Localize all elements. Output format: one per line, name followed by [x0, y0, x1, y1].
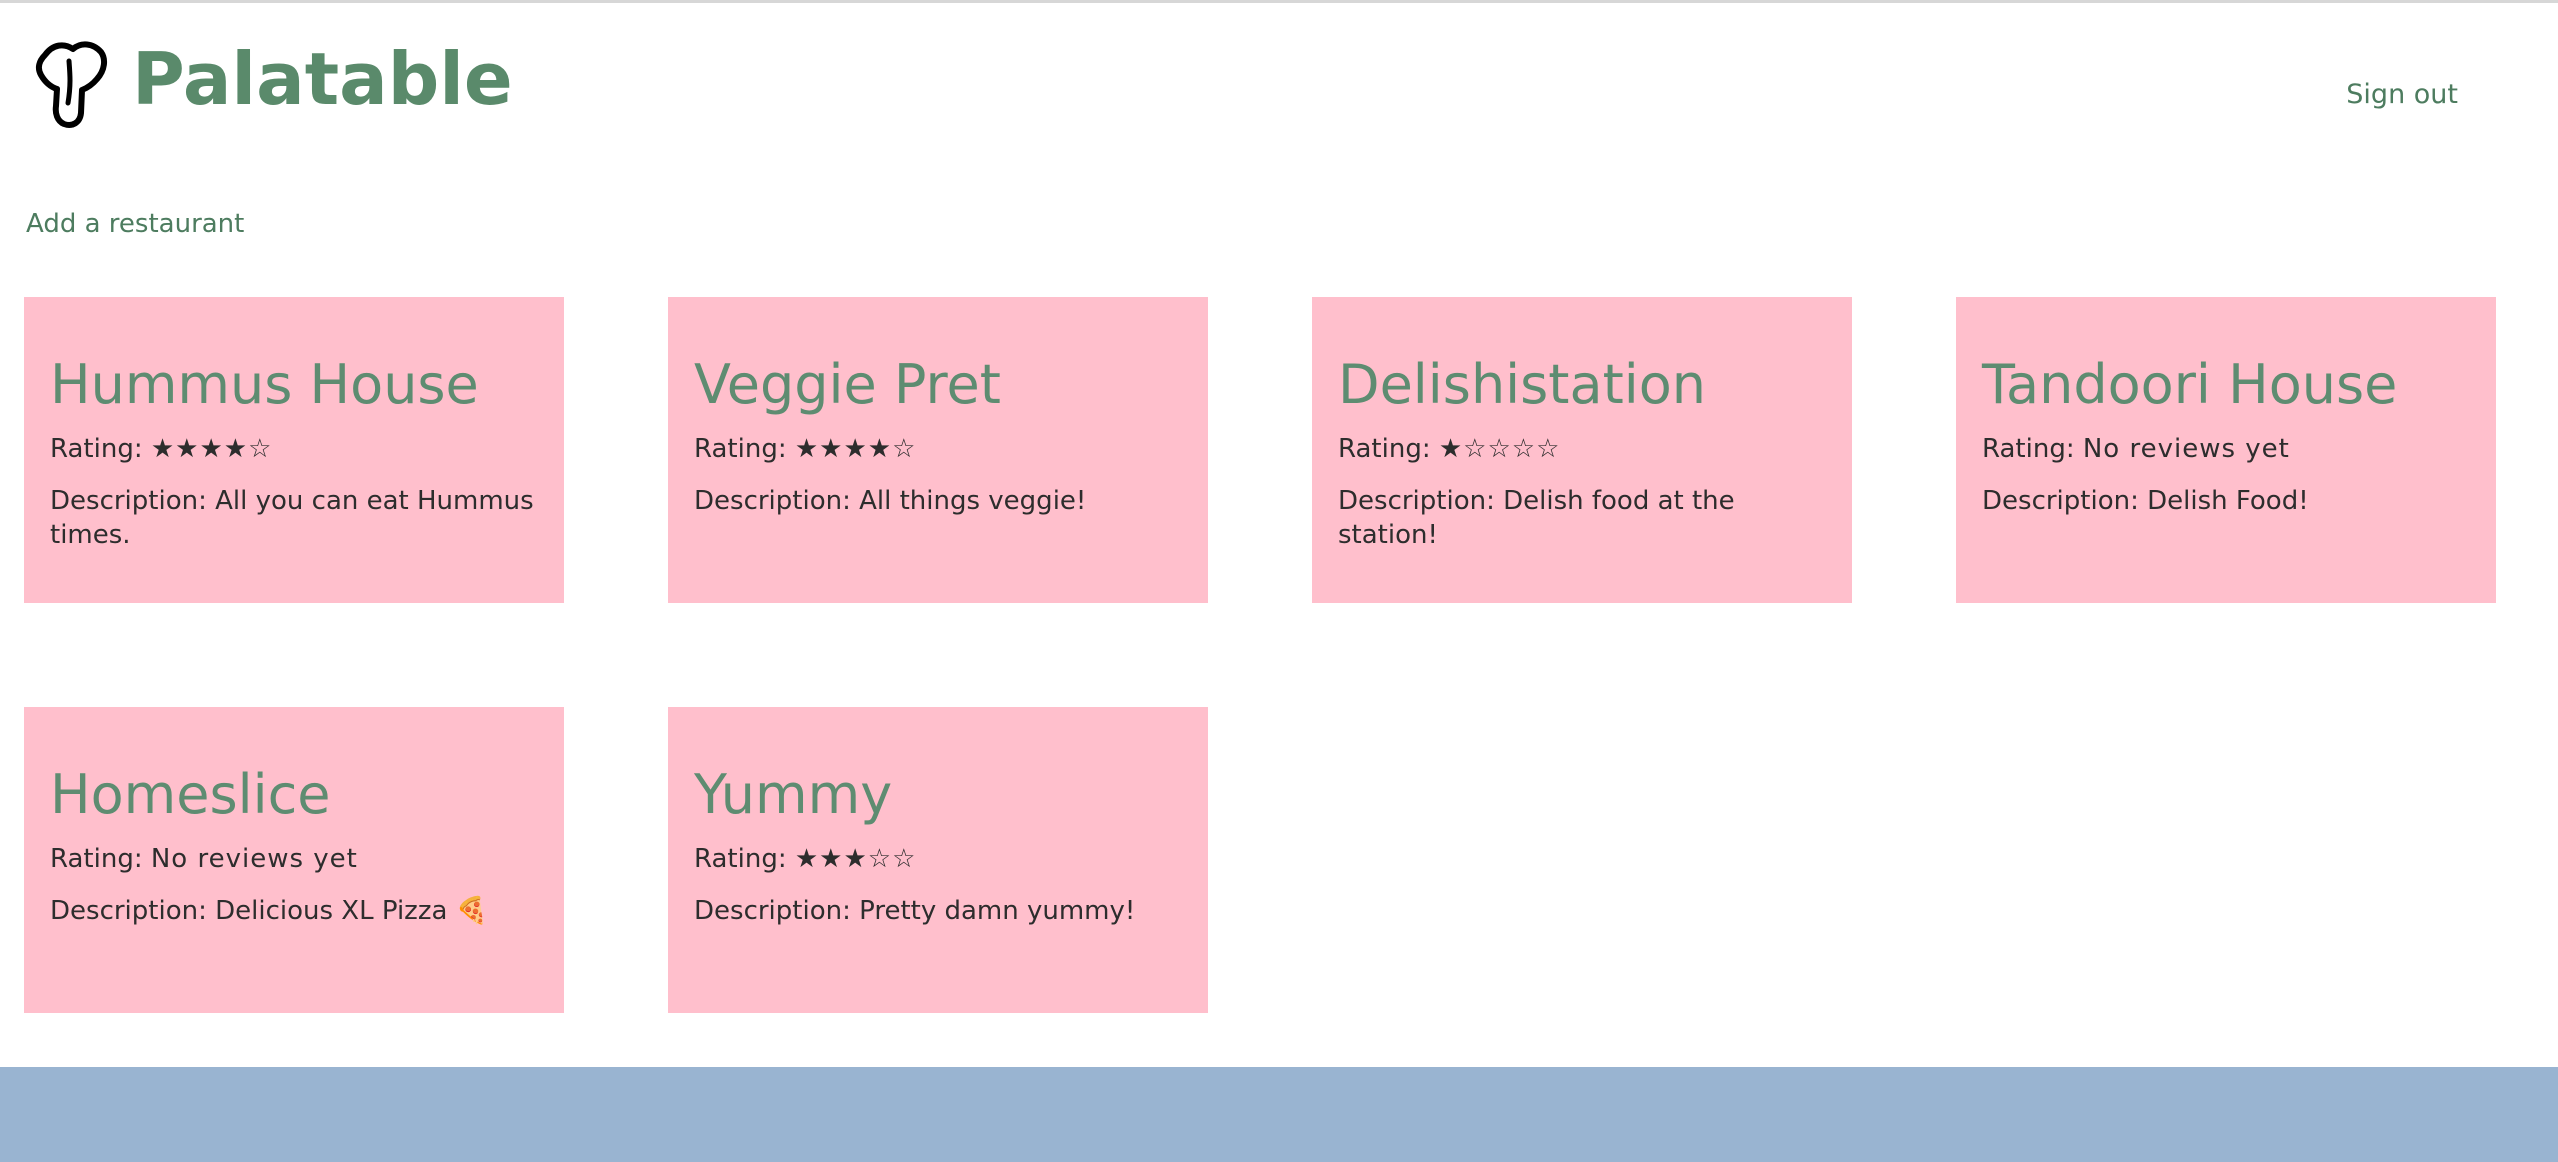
rating-status: No reviews yet [2082, 433, 2290, 464]
description-label: Description: [1338, 485, 1495, 516]
description-text: Pretty damn yummy! [859, 895, 1136, 926]
restaurant-name: Yummy [694, 763, 893, 826]
description-text: Delicious XL Pizza 🍕 [215, 895, 489, 926]
description-label: Description: [694, 485, 851, 516]
description-label: Description: [50, 485, 207, 516]
rating-line: Rating: No reviews yet [1982, 432, 2470, 466]
description-line: Description: Delicious XL Pizza 🍕 [50, 894, 538, 928]
restaurant-name: Veggie Pret [694, 353, 1001, 416]
star-rating: ★★★★☆ [150, 433, 273, 464]
restaurant-name: Tandoori House [1982, 353, 2398, 416]
description-label: Description: [694, 895, 851, 926]
sign-out-link[interactable]: Sign out [2346, 79, 2458, 110]
description-text: Delish Food! [2147, 485, 2309, 516]
brand-name: Palatable [132, 37, 513, 121]
restaurant-card[interactable]: Homeslice Rating: No reviews yet Descrip… [24, 707, 564, 1013]
description-line: Description: All things veggie! [694, 484, 1182, 518]
description-line: Description: Delish Food! [1982, 484, 2470, 518]
tongue-logo-icon [35, 41, 108, 128]
rating-line: Rating: No reviews yet [50, 842, 538, 876]
description-line: Description: All you can eat Hummus time… [50, 484, 538, 552]
rating-status: No reviews yet [150, 843, 358, 874]
footer-bar [0, 1067, 2558, 1162]
rating-label: Rating: [50, 843, 143, 874]
rating-label: Rating: [694, 843, 787, 874]
restaurant-name: Homeslice [50, 763, 331, 826]
restaurant-name: Delishistation [1338, 353, 1707, 416]
restaurant-card-grid: Hummus House Rating: ★★★★☆ Description: … [24, 297, 2524, 1013]
brand-header[interactable]: Palatable [32, 39, 513, 129]
rating-label: Rating: [1982, 433, 2075, 464]
restaurant-name: Hummus House [50, 353, 479, 416]
rating-line: Rating: ★☆☆☆☆ [1338, 432, 1826, 466]
star-rating: ★☆☆☆☆ [1438, 433, 1561, 464]
app-page: Palatable Sign out Add a restaurant Humm… [0, 0, 2558, 1162]
description-line: Description: Pretty damn yummy! [694, 894, 1182, 928]
restaurant-card[interactable]: Delishistation Rating: ★☆☆☆☆ Description… [1312, 297, 1852, 603]
description-label: Description: [1982, 485, 2139, 516]
star-rating: ★★★☆☆ [794, 843, 917, 874]
description-text: All things veggie! [859, 485, 1087, 516]
description-label: Description: [50, 895, 207, 926]
restaurant-card[interactable]: Veggie Pret Rating: ★★★★☆ Description: A… [668, 297, 1208, 603]
rating-label: Rating: [694, 433, 787, 464]
rating-label: Rating: [1338, 433, 1431, 464]
star-rating: ★★★★☆ [794, 433, 917, 464]
restaurant-card[interactable]: Yummy Rating: ★★★☆☆ Description: Pretty … [668, 707, 1208, 1013]
restaurant-card[interactable]: Tandoori House Rating: No reviews yet De… [1956, 297, 2496, 603]
rating-line: Rating: ★★★☆☆ [694, 842, 1182, 876]
description-line: Description: Delish food at the station! [1338, 484, 1826, 552]
add-restaurant-link[interactable]: Add a restaurant [26, 209, 244, 239]
rating-line: Rating: ★★★★☆ [50, 432, 538, 466]
rating-line: Rating: ★★★★☆ [694, 432, 1182, 466]
restaurant-card[interactable]: Hummus House Rating: ★★★★☆ Description: … [24, 297, 564, 603]
rating-label: Rating: [50, 433, 143, 464]
